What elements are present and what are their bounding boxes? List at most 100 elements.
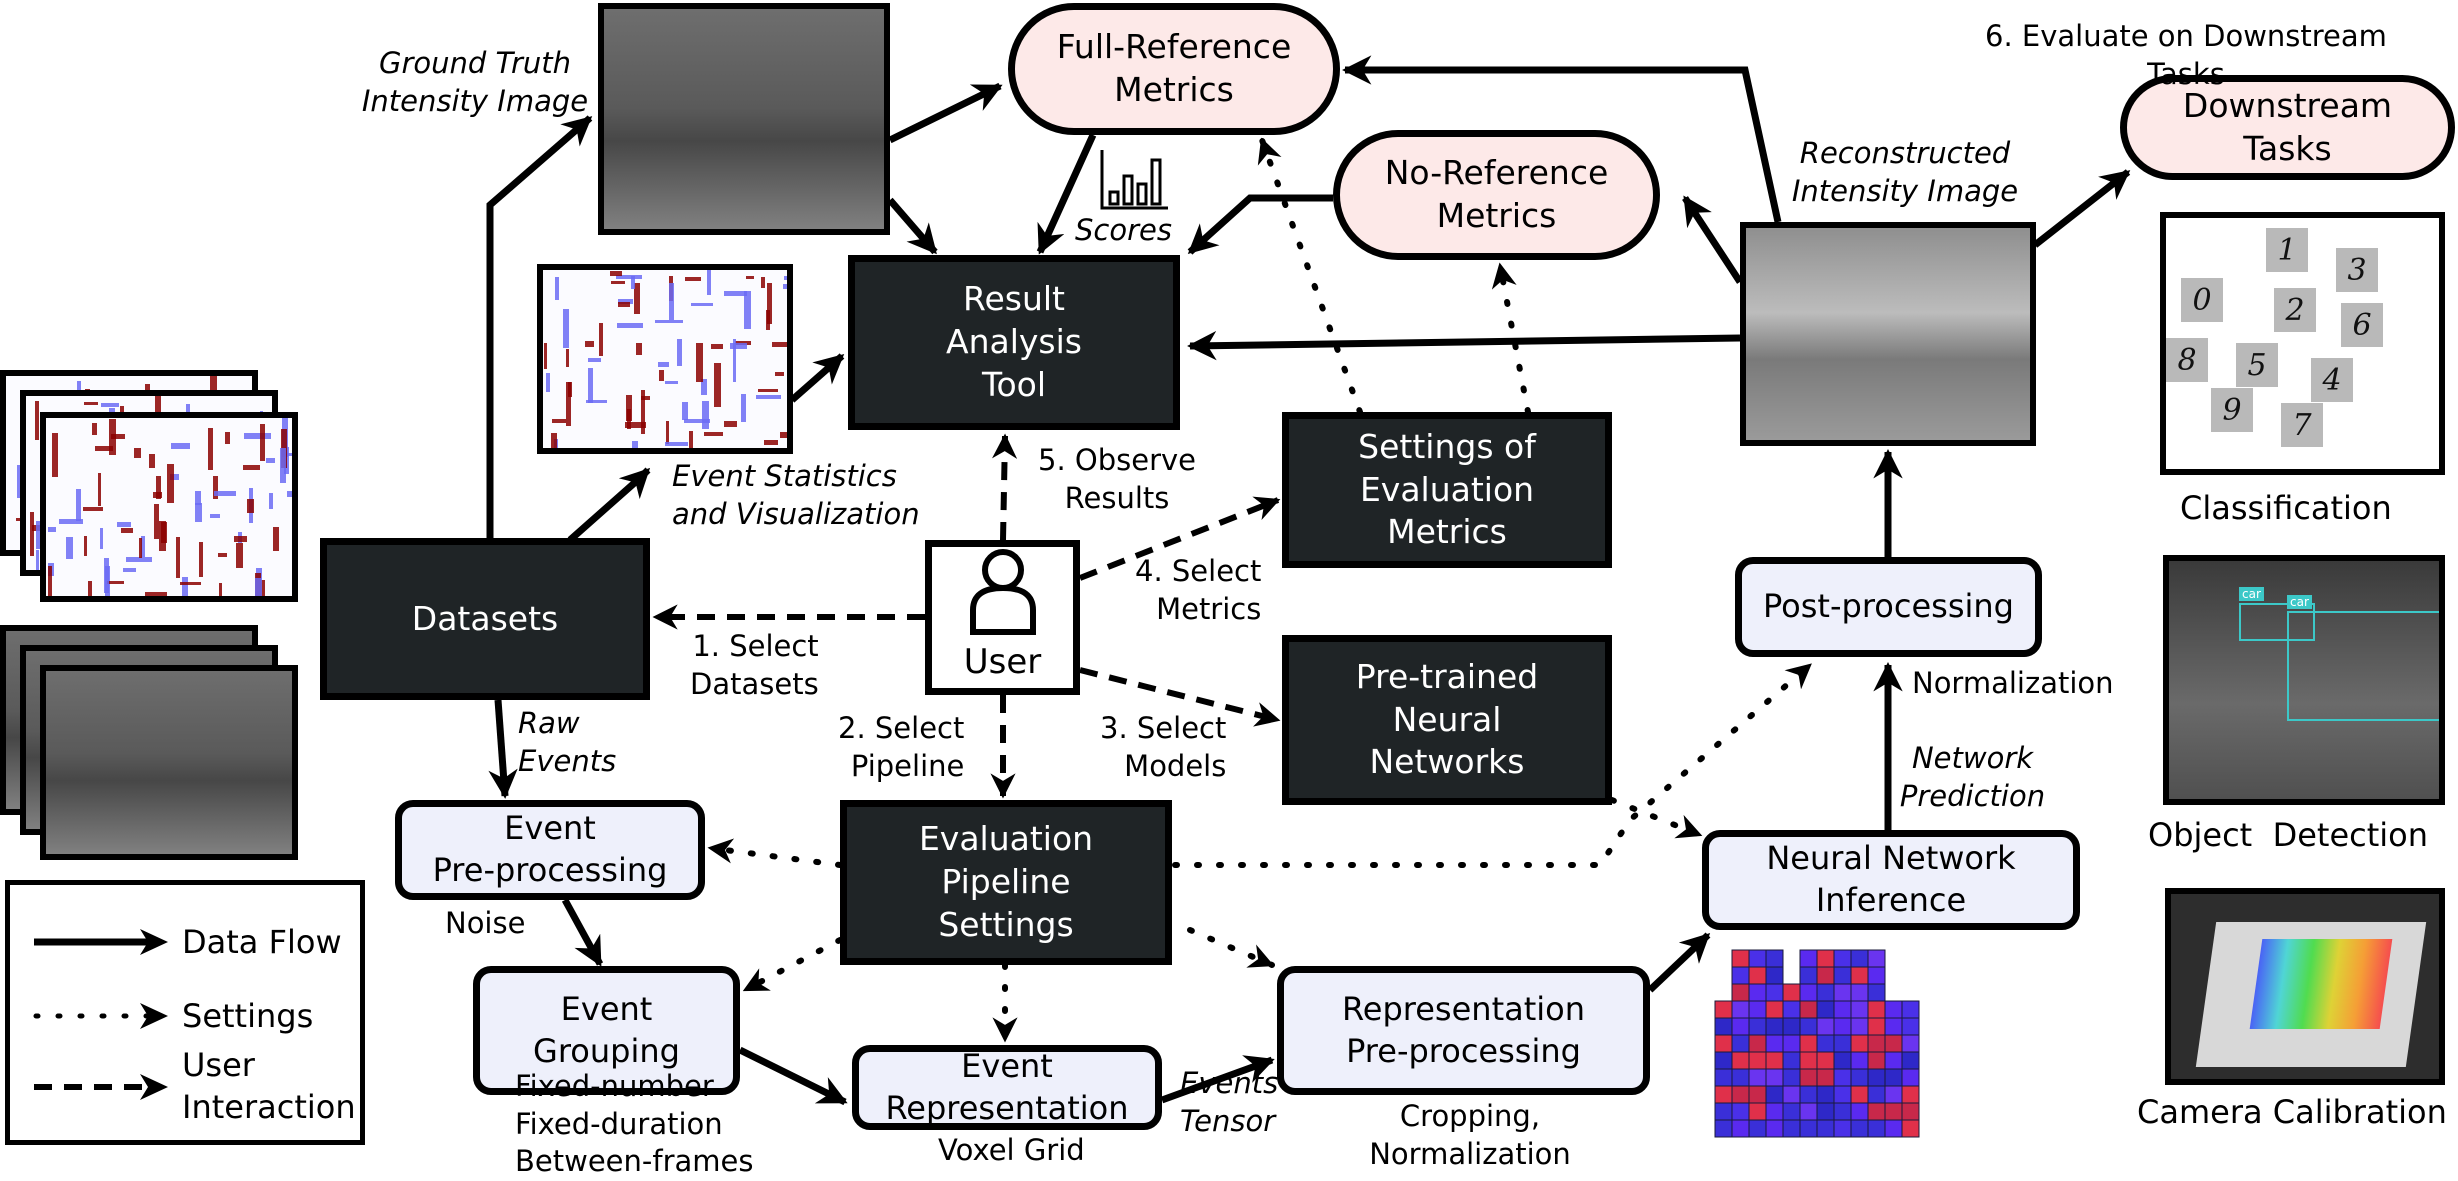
- event-speckle: [723, 291, 747, 296]
- voxel-cell: [1765, 949, 1784, 968]
- event-speckle: [76, 489, 82, 521]
- post-processing-node[interactable]: Post-processing: [1735, 557, 2042, 657]
- detection-tag: car: [2287, 595, 2312, 609]
- user-node[interactable]: User: [925, 540, 1080, 695]
- event-speckle: [664, 442, 688, 447]
- representation-preprocessing-node[interactable]: Representation Pre-processing: [1277, 966, 1650, 1095]
- voxel-cell: [1748, 1034, 1767, 1053]
- voxel-cell: [1901, 1085, 1920, 1104]
- event-speckle: [210, 514, 220, 518]
- event-speckle: [677, 339, 682, 367]
- voxel-cell: [1867, 1051, 1886, 1070]
- event-speckle: [551, 419, 566, 423]
- voxel-cell: [1714, 1119, 1733, 1138]
- event-speckle: [631, 440, 638, 448]
- voxel-cell: [1901, 1017, 1920, 1036]
- event-speckle: [772, 342, 787, 347]
- voxel-cell: [1884, 1068, 1903, 1087]
- evaluation-pipeline-settings-node[interactable]: Evaluation Pipeline Settings: [840, 800, 1172, 965]
- arrow-pipeline-to-preproc: [707, 838, 843, 868]
- event-speckle: [87, 580, 93, 596]
- reconstructed-image: [1740, 222, 2036, 446]
- voxel-cell: [1850, 1034, 1869, 1053]
- grouping-options-label: Fixed-number Fixed-duration Between-fram…: [515, 1069, 754, 1179]
- arrow-reprpre-to-nn: [1647, 932, 1711, 993]
- event-speckle: [730, 342, 748, 349]
- datasets-node[interactable]: Datasets: [320, 538, 650, 700]
- voxel-cell: [1816, 1068, 1835, 1087]
- voxel-grid-illustration: [1714, 949, 1920, 1138]
- voxel-cell: [1816, 949, 1835, 968]
- event-speckle: [585, 399, 607, 404]
- voxel-cell: [1867, 1085, 1886, 1104]
- event-speckle: [702, 401, 709, 429]
- event-speckle: [279, 447, 287, 484]
- event-speckle: [122, 568, 137, 573]
- event-speckle: [100, 528, 104, 550]
- voxel-cell: [1731, 1017, 1750, 1036]
- neural-network-inference-node[interactable]: Neural Network Inference: [1702, 830, 2080, 930]
- normalization-label: Normalization: [1912, 666, 2114, 700]
- event-speckle: [195, 502, 203, 522]
- event-preprocessing-node[interactable]: Event Pre-processing: [395, 800, 705, 900]
- event-speckle: [260, 424, 265, 461]
- voxel-cell: [1731, 1102, 1750, 1121]
- event-speckle: [98, 472, 102, 507]
- voxel-cell: [1765, 1102, 1784, 1121]
- result-analysis-tool-node[interactable]: Result Analysis Tool: [848, 255, 1180, 430]
- event-speckle: [587, 358, 602, 362]
- digit-tile: 3: [2336, 248, 2378, 292]
- event-speckle: [655, 319, 683, 323]
- pretrained-networks-node[interactable]: Pre-trained Neural Networks: [1282, 635, 1612, 805]
- event-speckle: [47, 526, 56, 532]
- voxel-cell: [1850, 1017, 1869, 1036]
- event-speckle: [616, 275, 642, 279]
- voxel-cell: [1833, 1017, 1852, 1036]
- arrow-pretrained-to-nn: [1609, 797, 1703, 839]
- event-speckle: [235, 542, 243, 569]
- object-detection-image: car car: [2163, 555, 2445, 805]
- reconstructed-label: Reconstructed Intensity Image: [1791, 136, 2019, 208]
- event-speckle: [688, 431, 693, 448]
- voxel-cell: [1816, 966, 1835, 985]
- voxel-cell: [1748, 1017, 1767, 1036]
- event-speckle: [106, 580, 124, 585]
- event-speckle: [243, 464, 260, 471]
- no-reference-metrics-node[interactable]: No-Reference Metrics: [1333, 130, 1660, 260]
- event-representation-node[interactable]: Event Representation: [852, 1045, 1162, 1130]
- arrow-datasets-to-preproc: [488, 699, 518, 799]
- camera-calibration-label: Camera Calibration: [2137, 1093, 2447, 1131]
- settings-evaluation-metrics-node[interactable]: Settings of Evaluation Metrics: [1282, 412, 1612, 568]
- voxel-cell: [1714, 1085, 1733, 1104]
- event-speckle: [175, 536, 181, 579]
- voxel-cell: [1884, 1000, 1903, 1019]
- event-speckle: [546, 373, 551, 393]
- event-stats-label: Event Statistics and Visualization: [672, 459, 920, 531]
- event-speckle: [711, 343, 724, 350]
- event-speckle: [588, 368, 593, 404]
- voxel-cell: [1884, 1034, 1903, 1053]
- event-speckle: [598, 322, 603, 357]
- voxel-cell: [1748, 1068, 1767, 1087]
- event-speckle: [47, 566, 53, 596]
- voxel-cell: [1833, 983, 1852, 1002]
- voxel-cell: [1884, 1017, 1903, 1036]
- user-icon: [969, 548, 1036, 635]
- event-speckle: [703, 432, 723, 437]
- voxel-cell: [1867, 983, 1886, 1002]
- event-speckle: [617, 302, 631, 308]
- full-reference-metrics-node[interactable]: Full-Reference Metrics: [1008, 3, 1340, 135]
- event-speckle: [101, 403, 120, 407]
- event-speckle: [745, 275, 755, 280]
- voxel-cell: [1748, 1051, 1767, 1070]
- digit-tile: 9: [2211, 388, 2253, 432]
- voxel-cell: [1884, 1119, 1903, 1138]
- event-speckle: [179, 581, 201, 585]
- voxel-cell: [1867, 1068, 1886, 1087]
- voxel-cell: [1833, 1068, 1852, 1087]
- event-speckle: [724, 420, 737, 427]
- event-speckle: [669, 283, 674, 321]
- voxel-cell: [1731, 1051, 1750, 1070]
- voxel-cell: [1867, 949, 1886, 968]
- voxel-cell: [1782, 1051, 1801, 1070]
